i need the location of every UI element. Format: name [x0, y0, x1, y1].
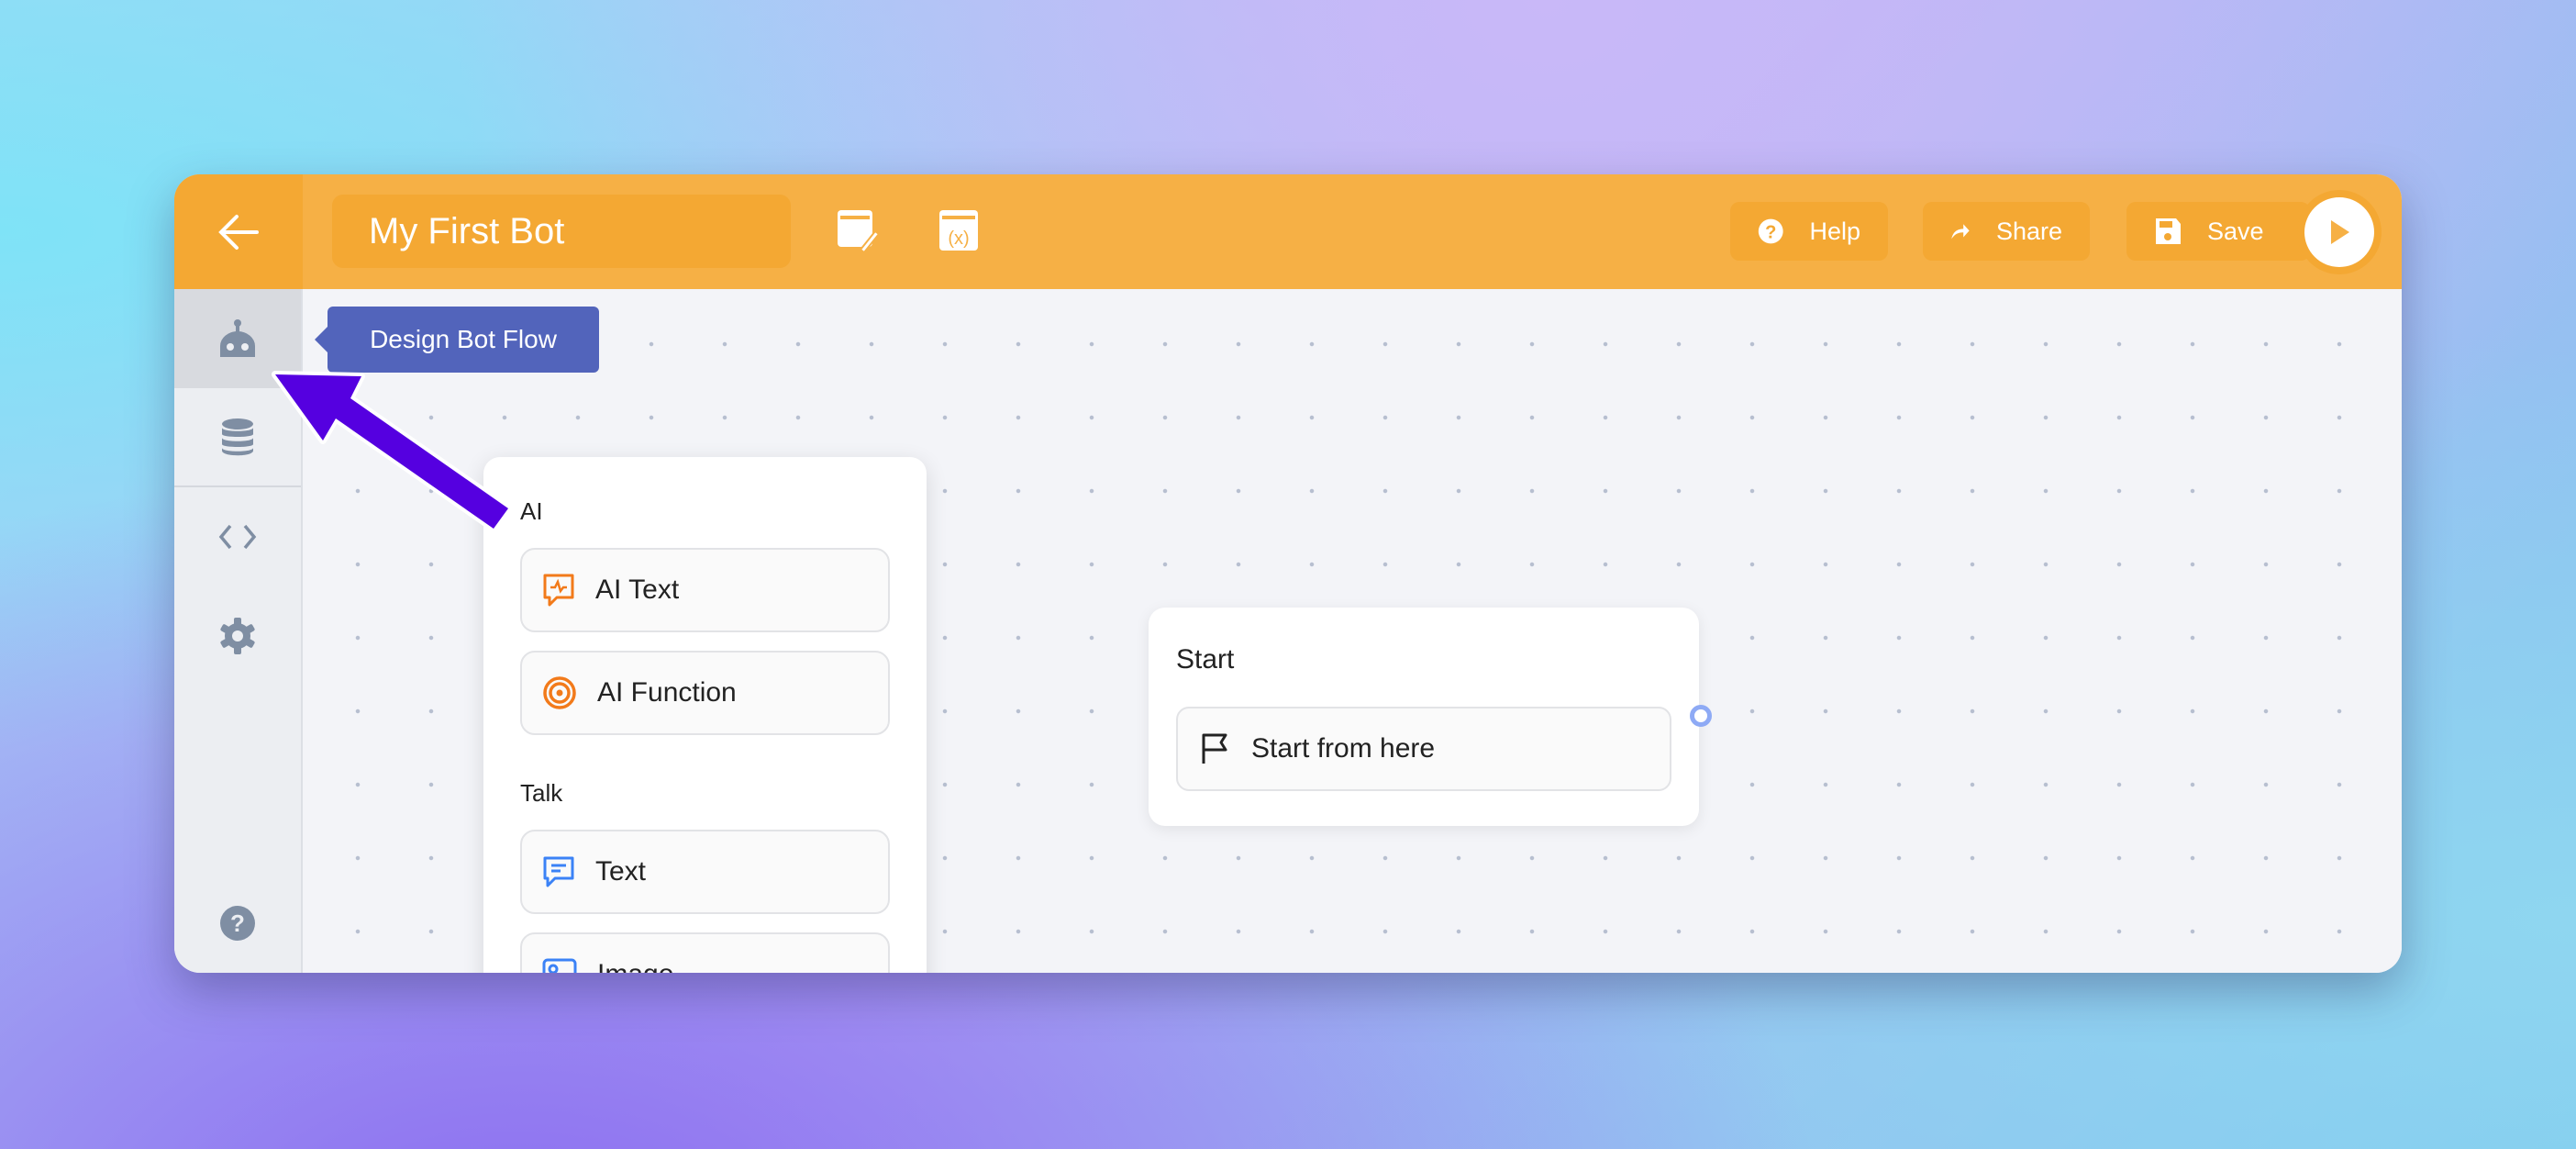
share-label: Share [1995, 217, 2062, 245]
tooltip-text: Design Bot Flow [370, 325, 557, 353]
start-block[interactable]: Start from here [1176, 707, 1671, 791]
svg-text:?: ? [1765, 223, 1776, 243]
blocks-panel: AI AI Text AI Function Talk Text Image [483, 457, 927, 973]
share-icon [1951, 224, 1970, 240]
block-label: AI Text [595, 574, 680, 605]
svg-text:?: ? [230, 909, 245, 937]
start-block-label: Start from here [1251, 733, 1436, 764]
sidebar-item-help[interactable]: ? [174, 874, 301, 973]
gear-icon [220, 618, 255, 654]
block-label: Image [597, 959, 673, 973]
edit-notes-icon[interactable] [835, 207, 881, 253]
ai-text-icon [543, 574, 574, 607]
block-label: Text [595, 856, 647, 887]
start-node-title: Start [1176, 644, 1235, 675]
floppy-disk-icon [2156, 218, 2181, 244]
sidebar-item-code[interactable] [174, 487, 301, 586]
block-text[interactable]: Text [520, 830, 890, 914]
sidebar-item-bot-flow[interactable] [174, 289, 301, 388]
tooltip: Design Bot Flow [315, 307, 599, 373]
code-icon [218, 524, 257, 550]
image-icon [542, 958, 577, 973]
help-label: Help [1809, 217, 1860, 245]
save-label: Save [2207, 217, 2264, 245]
back-button[interactable] [174, 174, 303, 289]
sidebar-item-database[interactable] [174, 388, 301, 487]
start-node[interactable]: Start Start from here [1149, 608, 1699, 826]
play-icon [2331, 220, 2349, 244]
svg-text:(x): (x) [948, 229, 969, 249]
help-button[interactable]: ? Help [1730, 202, 1888, 261]
flag-icon [1202, 733, 1227, 764]
question-icon: ? [1758, 218, 1783, 244]
block-label: AI Function [597, 677, 737, 708]
block-image[interactable]: Image [520, 932, 890, 973]
bot-title-input[interactable]: My First Bot [332, 195, 791, 268]
block-ai-function[interactable]: AI Function [520, 651, 890, 735]
block-ai-text[interactable]: AI Text [520, 548, 890, 632]
target-icon [543, 676, 576, 709]
flow-canvas[interactable]: AI AI Text AI Function Talk Text Image S… [303, 289, 2402, 973]
output-port[interactable] [1690, 705, 1712, 727]
robot-icon [220, 319, 255, 357]
header: My First Bot (x) ? Help Share Save [174, 174, 2402, 289]
arrow-left-icon [218, 214, 259, 250]
variables-icon[interactable]: (x) [936, 207, 982, 253]
share-button[interactable]: Share [1923, 202, 2090, 261]
save-button[interactable]: Save [2126, 202, 2310, 261]
app-window: My First Bot (x) ? Help Share Save ? AI … [174, 174, 2402, 973]
chat-icon [543, 856, 574, 887]
section-label-ai: AI [520, 497, 543, 525]
sidebar: ? [174, 289, 303, 973]
run-button[interactable] [2304, 197, 2374, 267]
database-icon [222, 418, 253, 456]
question-icon: ? [220, 906, 255, 941]
sidebar-item-settings[interactable] [174, 586, 301, 686]
section-label-talk: Talk [520, 779, 563, 807]
